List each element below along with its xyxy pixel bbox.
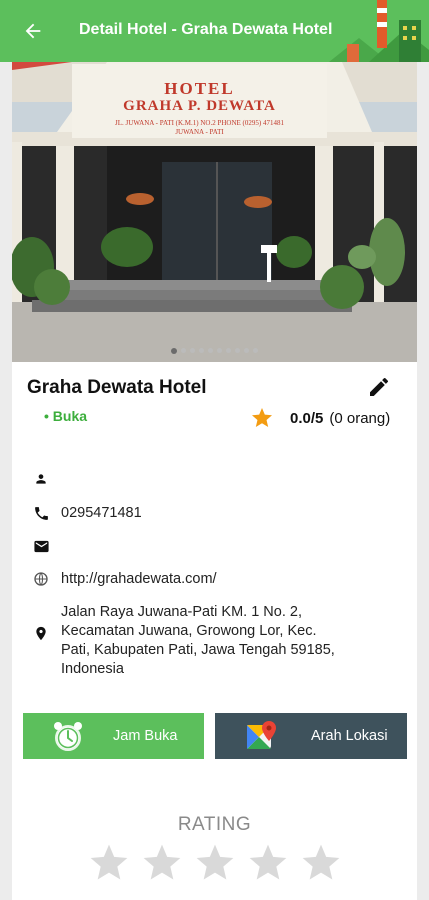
star-outline-icon[interactable] — [193, 841, 237, 885]
rating-summary: 0.0/5 (0 orang) — [250, 406, 390, 430]
carousel-dot[interactable] — [190, 348, 195, 353]
email-row[interactable] — [32, 537, 61, 555]
carousel-dot[interactable] — [181, 348, 186, 353]
maps-icon — [247, 721, 276, 749]
address-line: Jalan Raya Juwana-Pati KM. 1 No. 2, — [61, 604, 302, 620]
address-line: Pati, Kabupaten Pati, Jawa Tengah 59185, — [61, 642, 335, 658]
arrow-back-icon — [25, 23, 41, 39]
carousel-dot[interactable] — [171, 347, 177, 354]
phone-row[interactable]: 0295471481 — [32, 504, 142, 523]
directions-label: Arah Lokasi — [311, 728, 388, 744]
address-line: Kecamatan Juwana, Growong Lor, Kec. — [61, 623, 317, 639]
page-title: Detail Hotel - Graha Dewata Hotel — [79, 21, 333, 38]
alarm-clock-icon — [54, 722, 82, 751]
location-pin-icon — [32, 624, 50, 642]
sign-line-3: JL. JUWANA - PATI (K.M.1) NO.2 PHONE (02… — [115, 119, 284, 127]
back-button[interactable] — [18, 16, 48, 46]
city-decoration-icon — [329, 0, 429, 62]
address: Jalan Raya Juwana-Pati KM. 1 No. 2, Keca… — [61, 603, 335, 679]
carousel-dot[interactable] — [217, 348, 222, 353]
website-link[interactable]: http://grahadewata.com/ — [61, 570, 217, 589]
directions-button[interactable]: Arah Lokasi — [215, 713, 407, 759]
sign-line-4: JUWANA - PATI — [175, 128, 224, 136]
carousel-dot[interactable] — [235, 348, 240, 353]
carousel-dot[interactable] — [199, 348, 204, 353]
hotel-photo-carousel[interactable]: HOTEL GRAHA P. DEWATA JL. JUWANA - PATI … — [12, 62, 417, 362]
contact-person-row — [32, 470, 61, 488]
rating-section-title: RATING — [177, 814, 252, 835]
star-icon — [252, 408, 272, 427]
address-row[interactable]: Jalan Raya Juwana-Pati KM. 1 No. 2, Keca… — [32, 603, 335, 679]
sign-line-1: HOTEL — [164, 79, 235, 98]
rating-count: (0 orang) — [329, 409, 391, 427]
carousel-indicator — [12, 347, 417, 354]
star-outline-icon[interactable] — [140, 841, 184, 885]
phone-icon — [32, 504, 50, 522]
phone-number: 0295471481 — [61, 505, 142, 521]
hotel-detail-card: HOTEL GRAHA P. DEWATA JL. JUWANA - PATI … — [12, 62, 417, 900]
carousel-dot[interactable] — [244, 348, 249, 353]
website-row[interactable]: http://grahadewata.com/ — [32, 570, 217, 589]
edit-button[interactable] — [367, 375, 391, 399]
carousel-dot[interactable] — [208, 348, 213, 353]
star-outline-icon[interactable] — [299, 841, 343, 885]
star-outline-icon[interactable] — [246, 841, 290, 885]
hotel-sign: HOTEL GRAHA P. DEWATA JL. JUWANA - PATI … — [72, 80, 327, 137]
open-status: • Buka — [44, 408, 88, 424]
sign-line-2: GRAHA P. DEWATA — [123, 98, 276, 114]
carousel-dot[interactable] — [253, 348, 258, 353]
star-outline-icon[interactable] — [87, 841, 131, 885]
opening-hours-label: Jam Buka — [113, 728, 178, 744]
opening-hours-button[interactable]: Jam Buka — [23, 713, 204, 759]
rating-score: 0.0/5 — [290, 409, 324, 427]
hotel-name: Graha Dewata Hotel — [27, 377, 207, 398]
pencil-icon — [370, 377, 389, 396]
address-line: Indonesia — [61, 661, 124, 677]
email-icon — [32, 537, 50, 555]
rating-stars[interactable] — [87, 841, 343, 885]
carousel-dot[interactable] — [226, 348, 231, 353]
globe-icon — [32, 570, 50, 588]
app-bar: Detail Hotel - Graha Dewata Hotel — [0, 0, 429, 62]
person-icon — [32, 470, 50, 488]
